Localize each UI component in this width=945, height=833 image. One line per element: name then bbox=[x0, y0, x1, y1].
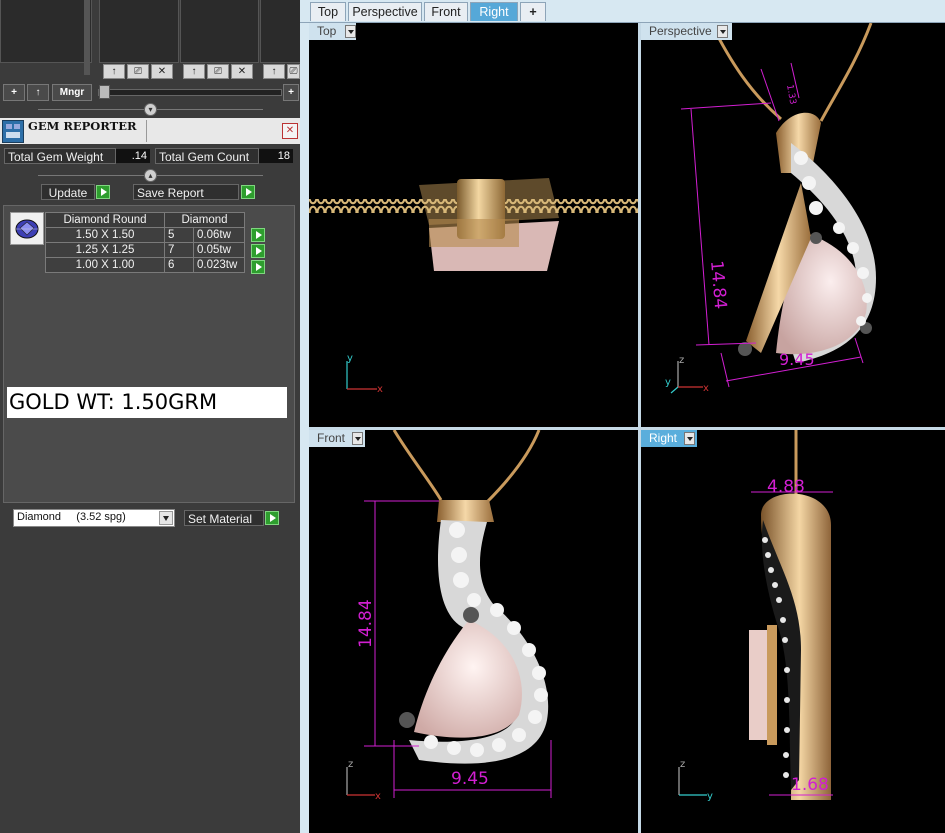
save-icon[interactable]: ⎚ bbox=[287, 64, 300, 79]
gem-count-cell: 5 bbox=[164, 227, 194, 243]
dimension-bail-label: 1.33 bbox=[784, 84, 797, 105]
chevron-down-icon[interactable] bbox=[717, 25, 728, 38]
gem-weight-cell: 0.05tw bbox=[193, 242, 245, 258]
column-header: Diamond Round bbox=[45, 212, 165, 228]
save-report-button[interactable]: Save Report bbox=[133, 184, 239, 200]
total-gem-weight-label: Total Gem Weight bbox=[4, 148, 116, 164]
move-up-icon[interactable]: ↑ bbox=[263, 64, 285, 79]
zoom-slider-handle[interactable] bbox=[99, 85, 110, 99]
update-go-icon[interactable] bbox=[96, 185, 110, 199]
collapse-toggle-icon[interactable]: ▾ bbox=[144, 103, 157, 116]
axis-label-x: x bbox=[377, 384, 383, 395]
diamond-gem-icon bbox=[10, 212, 44, 245]
move-up-button[interactable]: ↑ bbox=[27, 84, 49, 101]
tab-front[interactable]: Front bbox=[424, 2, 468, 21]
gem-count-cell: 6 bbox=[164, 257, 194, 273]
axis-gizmo: z y bbox=[678, 759, 713, 802]
dimension-bottom-label: 1.68 bbox=[791, 775, 829, 795]
gem-weight-cell: 0.06tw bbox=[193, 227, 245, 243]
zoom-slider[interactable] bbox=[98, 89, 282, 96]
axis-label-x: x bbox=[375, 791, 381, 802]
viewport-splitter-horizontal[interactable] bbox=[309, 427, 945, 430]
dimension-height-label: 14.84 bbox=[356, 599, 376, 648]
chevron-down-icon[interactable] bbox=[352, 432, 363, 445]
table-row[interactable]: 1.25 X 1.25 7 0.05tw bbox=[45, 242, 245, 258]
table-row[interactable]: 1.00 X 1.00 6 0.023tw bbox=[45, 257, 245, 273]
tab-perspective[interactable]: Perspective bbox=[348, 2, 422, 21]
save-report-go-icon[interactable] bbox=[241, 185, 255, 199]
axis-gizmo: z x y bbox=[665, 355, 709, 394]
chevron-down-icon[interactable] bbox=[345, 25, 356, 38]
axis-label-z: z bbox=[680, 759, 685, 770]
gem-reporter-title: GEM REPORTER bbox=[28, 119, 137, 133]
axis-label-y: y bbox=[347, 353, 353, 364]
gold-weight-note: GOLD WT: 1.50GRM bbox=[7, 387, 287, 418]
close-icon[interactable]: ✕ bbox=[282, 123, 298, 139]
add-button[interactable]: + bbox=[3, 84, 25, 101]
thumbnail-slot[interactable] bbox=[99, 0, 179, 63]
viewport-front[interactable]: 14.84 9.45 Front z x bbox=[309, 430, 638, 833]
total-gem-count-value: 18 bbox=[259, 149, 293, 163]
material-select[interactable]: Diamond (3.52 spg) bbox=[13, 509, 175, 527]
thumbnail-strip: ↑ ⎚ ✕ ↑ ⎚ ✕ ↑ ⎚ bbox=[0, 0, 302, 80]
row-select-icon[interactable] bbox=[251, 260, 265, 274]
move-up-icon[interactable]: ↑ bbox=[103, 64, 125, 79]
total-gem-count-label: Total Gem Count bbox=[155, 148, 259, 164]
gem-reporter-header: GEM REPORTER ✕ bbox=[0, 118, 300, 144]
add-button-secondary[interactable]: + bbox=[283, 84, 299, 101]
viewport-area: Top Perspective Front Right + Top y x 14… bbox=[300, 0, 945, 833]
collapse-toggle-icon[interactable]: ▴ bbox=[144, 169, 157, 182]
gem-weight-cell: 0.023tw bbox=[193, 257, 245, 273]
chevron-down-icon[interactable] bbox=[159, 511, 173, 525]
axis-label-y: y bbox=[665, 377, 671, 388]
viewport-right[interactable]: 4.88 1.68 Right z y bbox=[641, 430, 945, 833]
thumbnail-slot[interactable] bbox=[260, 0, 302, 63]
axis-gizmo: z x bbox=[346, 759, 381, 802]
axis-label-y: y bbox=[707, 791, 713, 802]
tab-right[interactable]: Right bbox=[470, 2, 518, 21]
viewport-perspective[interactable]: 14.84 9.45 1.33 Perspective z x y bbox=[641, 23, 945, 427]
table-header-row: Diamond Round Diamond bbox=[45, 212, 245, 228]
manager-button[interactable]: Mngr bbox=[52, 84, 92, 101]
material-select-value: Diamond (3.52 spg) bbox=[17, 511, 126, 523]
column-header: Diamond bbox=[164, 212, 245, 228]
axis-label-x: x bbox=[703, 383, 709, 394]
gem-reporter-icon bbox=[2, 120, 24, 143]
axis-label-z: z bbox=[348, 759, 353, 770]
thumbnail-slot[interactable] bbox=[0, 0, 92, 63]
update-button[interactable]: Update bbox=[41, 184, 95, 200]
axis-gizmo: y x bbox=[346, 353, 383, 395]
gem-table: Diamond Round Diamond 1.50 X 1.50 5 0.06… bbox=[45, 212, 245, 273]
move-up-icon[interactable]: ↑ bbox=[183, 64, 205, 79]
thumbnail-slot[interactable] bbox=[180, 0, 259, 63]
add-tab-button[interactable]: + bbox=[520, 2, 546, 21]
set-material-go-icon[interactable] bbox=[265, 511, 279, 525]
dimension-top-label: 4.88 bbox=[767, 477, 805, 497]
chevron-down-icon[interactable] bbox=[684, 432, 695, 445]
axis-label-z: z bbox=[679, 355, 684, 366]
tab-top[interactable]: Top bbox=[310, 2, 346, 21]
left-panel: ↑ ⎚ ✕ ↑ ⎚ ✕ ↑ ⎚ + ↑ Mngr + ▾ GEM REPORTE… bbox=[0, 0, 302, 833]
delete-icon[interactable]: ✕ bbox=[151, 64, 173, 79]
scrollbar[interactable] bbox=[84, 0, 90, 75]
set-material-button[interactable]: Set Material bbox=[184, 510, 264, 526]
dimension-height-label: 14.84 bbox=[706, 260, 730, 310]
dimension-width-label: 9.45 bbox=[451, 769, 489, 789]
viewport-top[interactable]: Top y x bbox=[309, 23, 638, 427]
gem-count-cell: 7 bbox=[164, 242, 194, 258]
total-gem-weight-value: .14 bbox=[116, 149, 150, 163]
gem-size-cell: 1.00 X 1.00 bbox=[45, 257, 165, 273]
table-row[interactable]: 1.50 X 1.50 5 0.06tw bbox=[45, 227, 245, 243]
row-select-icon[interactable] bbox=[251, 228, 265, 242]
gem-size-cell: 1.50 X 1.50 bbox=[45, 227, 165, 243]
delete-icon[interactable]: ✕ bbox=[231, 64, 253, 79]
save-icon[interactable]: ⎚ bbox=[207, 64, 229, 79]
save-icon[interactable]: ⎚ bbox=[127, 64, 149, 79]
header-divider bbox=[146, 120, 147, 142]
gem-size-cell: 1.25 X 1.25 bbox=[45, 242, 165, 258]
row-select-icon[interactable] bbox=[251, 244, 265, 258]
dimension-width-label: 9.45 bbox=[779, 350, 815, 369]
